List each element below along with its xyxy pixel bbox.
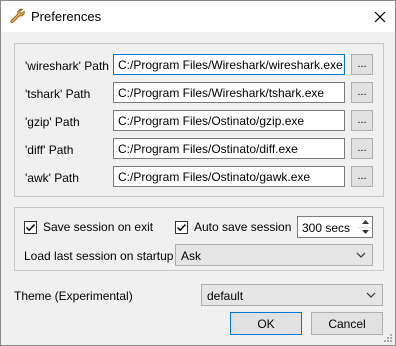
theme-label: Theme (Experimental) (14, 289, 133, 303)
gzip-path-value: C:/Program Files/Ostinato/gzip.exe (118, 114, 305, 128)
load-last-session-value: Ask (181, 249, 202, 263)
diff-path-input[interactable]: C:/Program Files/Ostinato/diff.exe (113, 138, 345, 159)
ok-button[interactable]: OK (230, 312, 302, 335)
awk-browse-button[interactable]: ... (351, 166, 373, 187)
awk-path-input[interactable]: C:/Program Files/Ostinato/gawk.exe (113, 166, 345, 187)
auto-save-session-label: Auto save session (194, 220, 292, 234)
checkmark-icon (176, 223, 187, 231)
load-last-session-label: Load last session on startup (24, 249, 174, 263)
checkbox-box[interactable] (175, 220, 188, 234)
tshark-browse-button[interactable]: ... (351, 82, 373, 103)
tshark-path-label: 'tshark' Path (25, 87, 91, 101)
diff-path-label: 'diff' Path (25, 143, 74, 157)
preferences-dialog: Preferences 'wireshark' Path C:/Program … (0, 0, 396, 346)
text-caret (343, 58, 344, 72)
auto-save-interval-spinbox[interactable]: 300 secs (297, 216, 373, 238)
save-session-on-exit-label: Save session on exit (43, 220, 154, 234)
tshark-path-input[interactable]: C:/Program Files/Wireshark/tshark.exe (113, 82, 345, 103)
spin-down-button[interactable] (358, 227, 372, 237)
tshark-path-value: C:/Program Files/Wireshark/tshark.exe (118, 86, 325, 100)
wireshark-path-input[interactable]: C:/Program Files/Wireshark/wireshark.exe (113, 54, 345, 75)
wireshark-path-value: C:/Program Files/Wireshark/wireshark.exe (118, 58, 343, 72)
window-title: Preferences (31, 9, 102, 24)
save-session-on-exit-checkbox[interactable]: Save session on exit (24, 220, 153, 234)
checkbox-box[interactable] (24, 220, 37, 234)
chevron-down-icon (356, 252, 366, 258)
resize-grip-icon[interactable] (384, 334, 393, 343)
close-button[interactable] (365, 1, 395, 32)
checkmark-icon (25, 223, 36, 231)
auto-save-interval-value: 300 secs (302, 221, 351, 235)
auto-save-session-checkbox[interactable]: Auto save session (175, 220, 291, 234)
wrench-icon (9, 8, 25, 24)
gzip-path-label: 'gzip' Path (25, 115, 80, 129)
chevron-down-icon (366, 292, 376, 298)
chevron-up-icon (361, 220, 369, 224)
wireshark-path-label: 'wireshark' Path (25, 59, 109, 73)
awk-path-value: C:/Program Files/Ostinato/gawk.exe (118, 170, 311, 184)
diff-browse-button[interactable]: ... (351, 138, 373, 159)
gzip-path-input[interactable]: C:/Program Files/Ostinato/gzip.exe (113, 110, 345, 131)
theme-value: default (207, 289, 244, 303)
close-icon (374, 11, 386, 22)
diff-path-value: C:/Program Files/Ostinato/diff.exe (118, 142, 298, 156)
gzip-browse-button[interactable]: ... (351, 110, 373, 131)
wireshark-browse-button[interactable]: ... (351, 54, 373, 75)
title-bar: Preferences (1, 1, 395, 32)
load-last-session-dropdown[interactable]: Ask (175, 244, 373, 266)
chevron-down-icon (361, 230, 369, 234)
theme-dropdown[interactable]: default (201, 284, 383, 306)
awk-path-label: 'awk' Path (25, 171, 79, 185)
cancel-button[interactable]: Cancel (311, 312, 383, 335)
